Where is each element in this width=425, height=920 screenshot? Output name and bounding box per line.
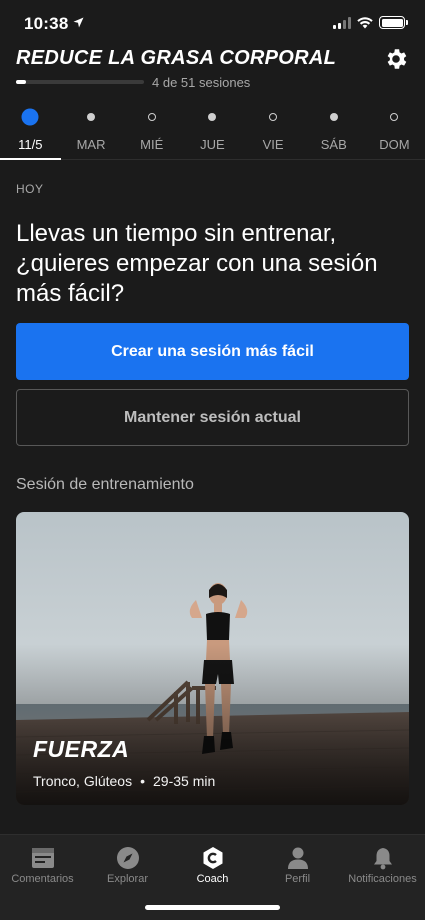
home-indicator (145, 905, 280, 910)
workout-focus: Tronco, Glúteos (33, 773, 133, 789)
cellular-signal-icon (333, 16, 351, 29)
day-label: VIE (262, 137, 284, 152)
wifi-icon (357, 16, 373, 28)
day-tab-1[interactable]: MAR (61, 104, 122, 159)
day-label: SÁB (320, 137, 347, 152)
day-status-dot (329, 113, 338, 121)
day-status-dot (87, 113, 96, 121)
create-easier-session-button[interactable]: Crear una sesión más fácil (16, 323, 409, 380)
compass-icon (115, 845, 141, 871)
tab-label: Comentarios (11, 873, 74, 885)
bell-icon (370, 845, 396, 871)
day-label: MAR (76, 137, 106, 152)
program-title: REDUCE LA GRASA CORPORAL (16, 47, 337, 69)
day-status-dot (269, 113, 278, 121)
status-time: 10:38 (24, 14, 69, 33)
day-selector: 11/5 MAR MIÉ JUE VIE SÁB DOM (0, 104, 425, 160)
day-status-dot (147, 113, 156, 121)
day-tab-6[interactable]: DOM (364, 104, 425, 159)
day-label: DOM (379, 137, 410, 152)
workout-card[interactable]: FUERZA Tronco, Glúteos • 29-35 min (16, 512, 409, 805)
person-icon (285, 845, 311, 871)
coach-icon (200, 845, 226, 871)
tab-label: Perfil (284, 873, 311, 885)
keep-current-session-button[interactable]: Mantener sesión actual (16, 389, 409, 446)
day-tab-4[interactable]: VIE (243, 104, 304, 159)
workout-meta: Tronco, Glúteos • 29-35 min (33, 773, 215, 789)
gear-icon[interactable] (383, 46, 409, 72)
progress-bar-fill (16, 80, 26, 84)
easier-session-prompt: Llevas un tiempo sin entrenar, ¿quieres … (16, 220, 378, 307)
day-tab-0[interactable]: 11/5 (0, 104, 61, 160)
tab-label: Coach (196, 873, 229, 885)
location-arrow-icon (73, 17, 84, 28)
day-status-dot (208, 113, 217, 121)
program-progress-bar (16, 80, 144, 84)
tab-label: Notificaciones (348, 873, 417, 885)
sessions-progress-text: 4 de 51 sesiones (152, 75, 251, 90)
day-label: JUE (200, 137, 225, 152)
day-label: MIÉ (140, 137, 164, 152)
tab-comentarios[interactable]: Comentarios (0, 835, 85, 920)
day-tab-5[interactable]: SÁB (303, 104, 364, 159)
feed-icon (30, 845, 56, 871)
battery-icon (379, 16, 408, 29)
status-bar: 10:38 (0, 0, 425, 50)
workout-duration: 29-35 min (153, 773, 216, 789)
workout-name: FUERZA (33, 736, 130, 762)
day-tab-3[interactable]: JUE (182, 104, 243, 159)
section-title: Sesión de entrenamiento (16, 476, 194, 493)
day-tab-2[interactable]: MIÉ (121, 104, 182, 159)
tab-label: Explorar (107, 873, 148, 885)
today-label: HOY (16, 182, 44, 196)
day-status-dot (390, 113, 399, 121)
status-icons (333, 16, 408, 29)
tab-notificaciones[interactable]: Notificaciones (340, 835, 425, 920)
day-label: 11/5 (18, 137, 43, 152)
day-status-dot (21, 108, 39, 126)
meta-separator: • (140, 773, 145, 789)
